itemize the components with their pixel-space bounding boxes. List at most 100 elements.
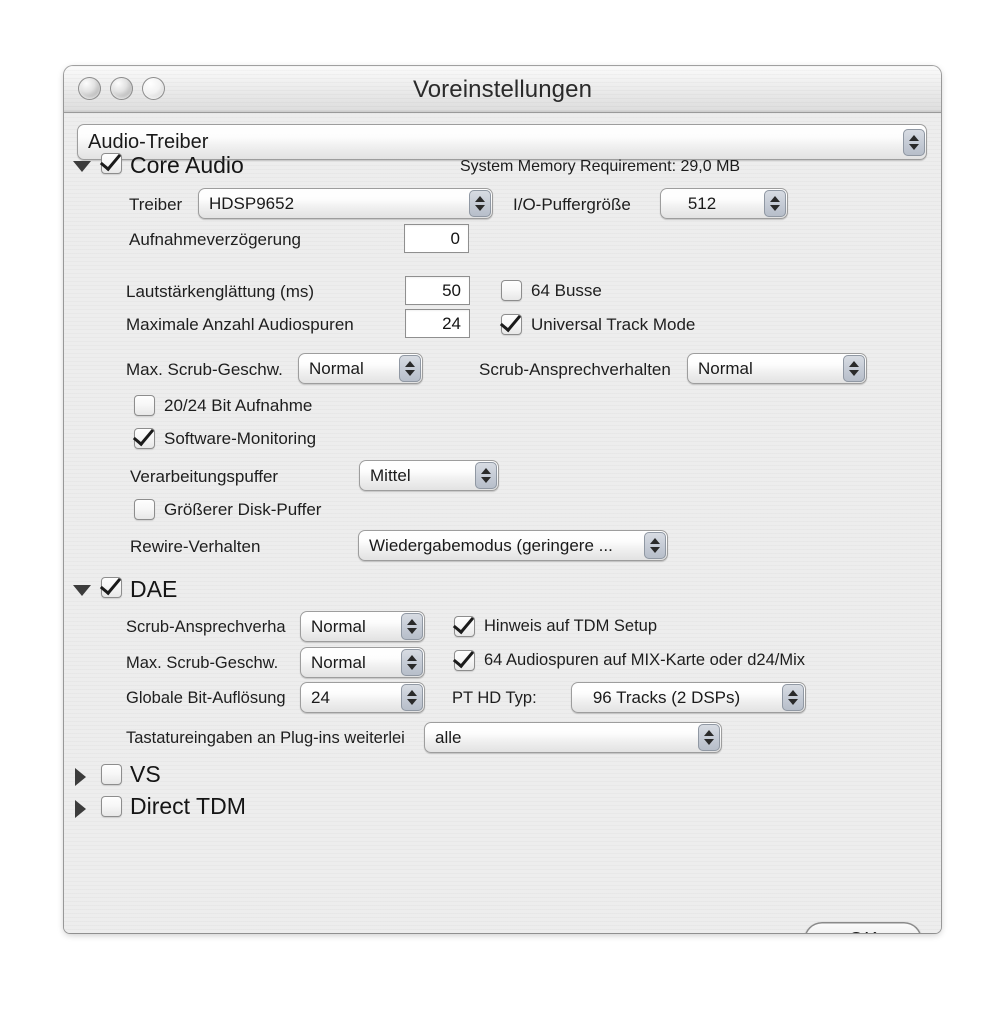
driver-popup[interactable]: HDSP9652 — [198, 188, 493, 219]
dae-scrub-response-value: Normal — [311, 616, 366, 636]
vs-checkbox[interactable] — [101, 764, 122, 785]
busses-row[interactable]: 64 Busse — [501, 280, 602, 301]
chevron-updown-icon — [764, 190, 786, 217]
chevron-updown-icon — [401, 649, 423, 676]
ok-button-label: OK — [849, 929, 878, 934]
pt-hd-value: 96 Tracks (2 DSPs) — [592, 687, 741, 707]
max-scrub-speed-label: Max. Scrub-Geschw. — [126, 360, 283, 379]
max-scrub-speed-value: Normal — [309, 358, 364, 378]
dae-disclosure-triangle[interactable] — [73, 585, 91, 596]
dae-scrub-response-label: Scrub-Ansprechverha — [126, 618, 286, 636]
max-tracks-label: Maximale Anzahl Audiospuren — [126, 315, 354, 334]
mix-tracks-row[interactable]: 64 Audiospuren auf MIX-Karte oder d24/Mi… — [454, 650, 805, 671]
process-buffer-value: Mittel — [370, 465, 411, 485]
preferences-window: Voreinstellungen Audio-Treiber Core Audi… — [64, 66, 941, 933]
direct-tdm-checkbox[interactable] — [101, 796, 122, 817]
vs-title: VS — [130, 761, 161, 787]
dae-scrub-response-popup[interactable]: Normal — [300, 611, 425, 642]
busses-label: 64 Busse — [531, 280, 602, 300]
scrub-response-popup[interactable]: Normal — [687, 353, 867, 384]
mix-tracks-label: 64 Audiospuren auf MIX-Karte oder d24/Mi… — [484, 651, 806, 669]
volume-smoothing-value: 50 — [442, 280, 461, 300]
larger-disk-buffer-checkbox[interactable] — [134, 499, 155, 520]
larger-disk-buffer-label: Größerer Disk-Puffer — [164, 499, 322, 519]
max-tracks-value: 24 — [442, 313, 461, 333]
system-memory-requirement: System Memory Requirement: 29,0 MB — [460, 158, 741, 175]
keyboard-forward-value: alle — [435, 727, 462, 747]
tdm-hint-row[interactable]: Hinweis auf TDM Setup — [454, 616, 657, 637]
rewire-label: Rewire-Verhalten — [130, 537, 261, 556]
volume-smoothing-input[interactable]: 50 — [405, 276, 470, 305]
keyboard-forward-label: Tastatureingaben an Plug-ins weiterlei — [126, 729, 405, 747]
dae-enable-row[interactable] — [101, 577, 122, 598]
ok-button[interactable]: OK — [804, 922, 922, 933]
chevron-updown-icon — [843, 355, 865, 382]
chevron-updown-icon — [644, 532, 666, 559]
dae-max-scrub-label: Max. Scrub-Geschw. — [126, 654, 279, 672]
preferences-content: Audio-Treiber Core Audio System Memory R… — [64, 113, 941, 933]
dae-max-scrub-popup[interactable]: Normal — [300, 647, 425, 678]
page-selector-value: Audio-Treiber — [88, 130, 209, 153]
io-buffer-label: I/O-Puffergröße — [513, 195, 631, 214]
window-title: Voreinstellungen — [412, 76, 593, 103]
universal-track-mode-checkbox[interactable] — [501, 314, 522, 335]
larger-disk-buffer-row[interactable]: Größerer Disk-Puffer — [134, 499, 321, 520]
mix-tracks-checkbox[interactable] — [454, 650, 475, 671]
bit-depth-popup[interactable]: 24 — [300, 682, 425, 713]
process-buffer-popup[interactable]: Mittel — [359, 460, 499, 491]
bit-depth-value: 24 — [311, 687, 330, 707]
direct-tdm-disclosure-triangle[interactable] — [75, 800, 86, 818]
chevron-updown-icon — [469, 190, 491, 217]
core-audio-title: Core Audio — [130, 152, 244, 178]
universal-track-mode-label: Universal Track Mode — [531, 314, 696, 334]
software-monitoring-label: Software-Monitoring — [164, 428, 317, 448]
bit-record-row[interactable]: 20/24 Bit Aufnahme — [134, 395, 312, 416]
dae-checkbox[interactable] — [101, 577, 122, 598]
core-audio-disclosure-triangle[interactable] — [73, 161, 91, 172]
core-audio-checkbox[interactable] — [101, 153, 122, 174]
chevron-updown-icon — [475, 462, 497, 489]
universal-track-mode-row[interactable]: Universal Track Mode — [501, 314, 695, 335]
screenshot-root: Voreinstellungen Audio-Treiber Core Audi… — [0, 0, 1000, 1010]
record-delay-label: Aufnahmeverzögerung — [129, 230, 302, 249]
dae-title: DAE — [130, 576, 178, 602]
direct-tdm-title: Direct TDM — [130, 793, 246, 819]
max-tracks-input[interactable]: 24 — [405, 309, 470, 338]
driver-label: Treiber — [129, 195, 183, 214]
io-buffer-popup[interactable]: 512 — [660, 188, 788, 219]
record-delay-value: 0 — [450, 228, 460, 248]
record-delay-input[interactable]: 0 — [404, 224, 469, 253]
direct-tdm-enable-row[interactable] — [101, 796, 122, 817]
chevron-updown-icon — [399, 355, 421, 382]
vs-disclosure-triangle[interactable] — [75, 768, 86, 786]
chevron-updown-icon — [401, 613, 423, 640]
bit-record-label: 20/24 Bit Aufnahme — [164, 395, 313, 415]
keyboard-forward-popup[interactable]: alle — [424, 722, 722, 753]
io-buffer-value: 512 — [687, 193, 717, 213]
chevron-updown-icon — [903, 128, 925, 156]
chevron-updown-icon — [401, 684, 423, 711]
volume-smoothing-label: Lautstärkenglättung (ms) — [126, 282, 315, 301]
tdm-hint-label: Hinweis auf TDM Setup — [484, 617, 658, 635]
pt-hd-label: PT HD Typ: — [452, 689, 537, 707]
process-buffer-label: Verarbeitungspuffer — [130, 467, 279, 486]
scrub-response-value: Normal — [698, 358, 753, 378]
rewire-popup[interactable]: Wiedergabemodus (geringere ... — [358, 530, 668, 561]
chevron-updown-icon — [782, 684, 804, 711]
window-titlebar[interactable]: Voreinstellungen — [64, 66, 941, 113]
dae-max-scrub-value: Normal — [311, 652, 366, 672]
scrub-response-label: Scrub-Ansprechverhalten — [479, 360, 671, 379]
bit-depth-label: Globale Bit-Auflösung — [126, 689, 286, 707]
max-scrub-speed-popup[interactable]: Normal — [298, 353, 423, 384]
software-monitoring-row[interactable]: Software-Monitoring — [134, 428, 316, 449]
chevron-updown-icon — [698, 724, 720, 751]
core-audio-enable-row[interactable] — [101, 153, 122, 174]
bit-record-checkbox[interactable] — [134, 395, 155, 416]
software-monitoring-checkbox[interactable] — [134, 428, 155, 449]
driver-value: HDSP9652 — [209, 193, 295, 213]
busses-checkbox[interactable] — [501, 280, 522, 301]
vs-enable-row[interactable] — [101, 764, 122, 785]
tdm-hint-checkbox[interactable] — [454, 616, 475, 637]
pt-hd-popup[interactable]: 96 Tracks (2 DSPs) — [571, 682, 806, 713]
rewire-value: Wiedergabemodus (geringere ... — [369, 535, 613, 555]
